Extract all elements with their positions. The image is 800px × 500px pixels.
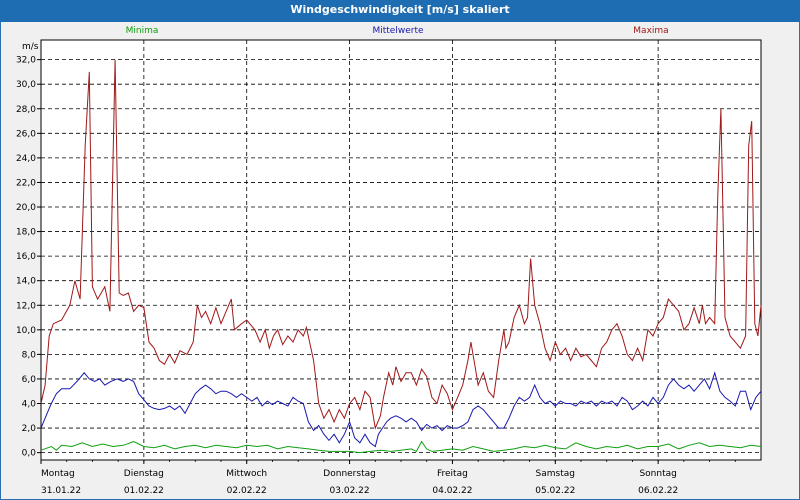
legend: Minima Mittelwerte Maxima xyxy=(126,26,669,36)
y-tick-label: 14,0 xyxy=(16,277,36,287)
y-tick-label: 18,0 xyxy=(16,228,36,238)
legend-item-maxima: Maxima xyxy=(633,26,668,36)
y-tick-label: 10,0 xyxy=(16,326,36,336)
y-tick-label: 20,0 xyxy=(16,203,36,213)
y-axis-label: m/s xyxy=(22,42,39,52)
x-tick-day: Dienstag xyxy=(124,469,164,479)
y-axis-ticks: 0,0 2,0 4,0 6,0 8,0 10,0 12,0 14,0 16,0 18,0 20,0 2… xyxy=(16,56,41,459)
y-tick-label: 28,0 xyxy=(16,105,36,115)
legend-item-mittelwerte: Mittelwerte xyxy=(372,26,423,36)
wind-speed-chart: 0,0 2,0 4,0 6,0 8,0 10,0 12,0 14,0 16,0 18,0 20,0 2… xyxy=(16,26,762,496)
y-tick-label: 12,0 xyxy=(16,301,36,311)
y-tick-label: 32,0 xyxy=(16,56,36,66)
y-tick-label: 22,0 xyxy=(16,178,36,188)
y-tick-label: 26,0 xyxy=(16,129,36,139)
x-tick-date: 01.02.22 xyxy=(124,486,164,496)
x-tick-date: 05.02.22 xyxy=(535,486,575,496)
x-tick-date: 02.02.22 xyxy=(227,486,267,496)
x-tick-date: 04.02.22 xyxy=(432,486,472,496)
y-tick-label: 16,0 xyxy=(16,252,36,262)
y-tick-label: 4,0 xyxy=(22,400,37,410)
x-tick-day: Montag xyxy=(41,469,75,479)
x-tick-day: Samstag xyxy=(536,469,575,479)
x-tick-day: Freitag xyxy=(437,469,468,479)
y-tick-label: 30,0 xyxy=(16,80,36,90)
y-tick-label: 2,0 xyxy=(22,424,37,434)
y-tick-label: 6,0 xyxy=(22,375,37,385)
legend-item-minima: Minima xyxy=(126,26,159,36)
x-tick-day: Donnerstag xyxy=(323,469,376,479)
y-tick-label: 8,0 xyxy=(22,350,37,360)
x-tick-date: 03.02.22 xyxy=(330,486,370,496)
x-tick-day: Mittwoch xyxy=(226,469,267,479)
x-tick-day: Sonntag xyxy=(639,469,676,479)
x-tick-date: 06.02.22 xyxy=(638,486,678,496)
x-tick-date: 31.01.22 xyxy=(41,486,81,496)
y-tick-label: 24,0 xyxy=(16,154,36,164)
y-tick-label: 0,0 xyxy=(22,449,37,459)
x-axis-ticks: Montag 31.01.22 Dienstag 01.02.22 Mittwoch 02… xyxy=(40,460,736,496)
